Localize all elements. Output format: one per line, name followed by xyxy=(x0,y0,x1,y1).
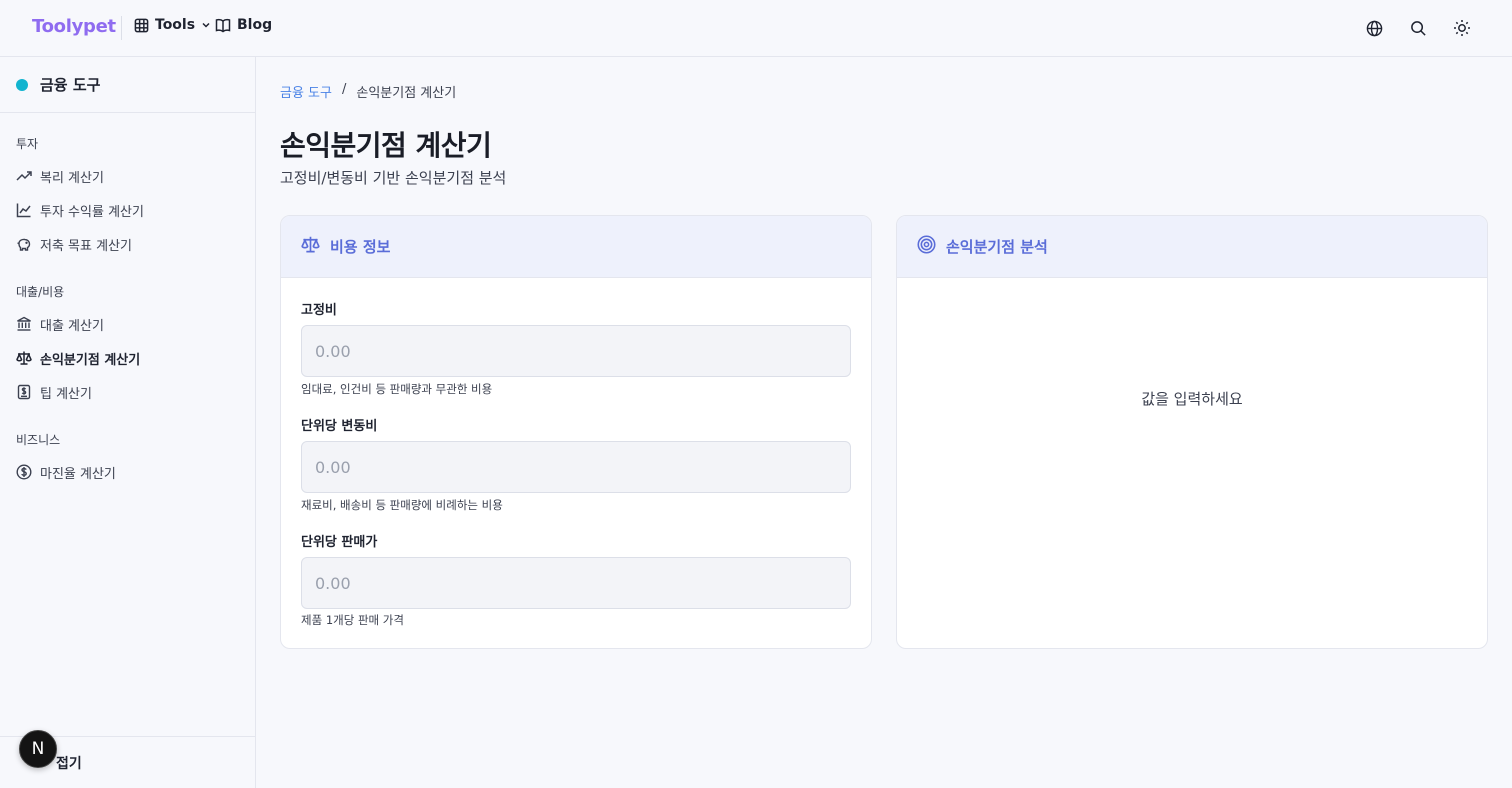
sidebar-item-investment-return[interactable]: 투자 수익률 계산기 xyxy=(16,200,144,220)
card-title: 손익분기점 분석 xyxy=(946,238,1048,256)
card-header: 손익분기점 분석 xyxy=(897,216,1487,278)
cost-info-card: 비용 정보 고정비 임대료, 인건비 등 판매량과 무관한 비용 단위당 변동비… xyxy=(280,215,872,649)
sun-icon[interactable] xyxy=(1452,18,1472,38)
variable-cost-label: 단위당 변동비 xyxy=(301,419,378,434)
unit-price-help: 제품 1개당 판매 가격 xyxy=(301,613,404,627)
sidebar-item-label: 복리 계산기 xyxy=(40,170,104,186)
breadcrumb-separator: / xyxy=(341,82,347,97)
line-chart-icon xyxy=(16,202,32,218)
nav-tools-menu[interactable]: Tools xyxy=(134,17,211,33)
breadcrumb-current: 손익분기점 계산기 xyxy=(356,86,457,101)
sidebar-group-investment: 투자 xyxy=(16,137,39,151)
top-bar: Toolypet Tools Blog xyxy=(0,0,1512,57)
scale-icon xyxy=(16,350,32,366)
variable-cost-help: 재료비, 배송비 등 판매량에 비례하는 비용 xyxy=(301,498,503,512)
scale-icon xyxy=(301,235,320,258)
nav-blog-link[interactable]: Blog xyxy=(215,17,272,33)
page-title: 손익분기점 계산기 xyxy=(280,129,492,162)
sidebar-item-tip[interactable]: 팁 계산기 xyxy=(16,382,92,402)
chevron-down-icon xyxy=(201,20,211,30)
nav-blog-label: Blog xyxy=(237,17,273,33)
sidebar-title: 금융 도구 xyxy=(40,76,101,94)
sidebar-group-business: 비즈니스 xyxy=(16,433,61,447)
break-even-analysis-card: 손익분기점 분석 값을 입력하세요 xyxy=(896,215,1488,649)
sidebar-item-label: 마진율 계산기 xyxy=(40,466,116,482)
sidebar-item-label: 팁 계산기 xyxy=(40,386,92,402)
bank-icon xyxy=(16,316,32,332)
sidebar-item-label: 손익분기점 계산기 xyxy=(40,352,141,368)
sidebar-item-break-even[interactable]: 손익분기점 계산기 xyxy=(16,348,140,368)
sidebar-group-loans: 대출/비용 xyxy=(16,285,65,299)
collapse-sidebar-button[interactable]: 접기 xyxy=(56,753,82,773)
fixed-cost-input[interactable] xyxy=(301,325,851,377)
book-icon xyxy=(215,18,231,33)
sidebar: 금융 도구 투자 복리 계산기 투자 수익률 계산기 저축 목표 계산기 대출/… xyxy=(0,57,256,788)
fixed-cost-label: 고정비 xyxy=(301,303,337,318)
trending-up-icon xyxy=(16,168,32,184)
variable-cost-input[interactable] xyxy=(301,441,851,493)
sidebar-item-label: 저축 목표 계산기 xyxy=(40,238,132,254)
unit-price-label: 단위당 판매가 xyxy=(301,535,378,550)
divider xyxy=(121,16,122,40)
sidebar-item-savings-goal[interactable]: 저축 목표 계산기 xyxy=(16,234,132,254)
nav-tools-label: Tools xyxy=(155,17,196,33)
dev-tools-badge[interactable]: N xyxy=(19,730,57,768)
empty-state-message: 값을 입력하세요 xyxy=(1141,390,1243,408)
logo[interactable]: Toolypet xyxy=(32,16,116,37)
breadcrumb: 금융 도구 / 손익분기점 계산기 xyxy=(280,82,456,101)
category-dot xyxy=(16,78,28,91)
grid-icon xyxy=(134,18,149,33)
card-title: 비용 정보 xyxy=(330,238,391,256)
globe-icon[interactable] xyxy=(1364,18,1384,38)
sidebar-item-label: 대출 계산기 xyxy=(40,318,104,334)
breadcrumb-parent-link[interactable]: 금융 도구 xyxy=(280,82,332,101)
card-header: 비용 정보 xyxy=(281,216,871,278)
unit-price-input[interactable] xyxy=(301,557,851,609)
target-icon xyxy=(917,235,936,258)
sidebar-item-margin[interactable]: 마진율 계산기 xyxy=(16,462,116,482)
dollar-circle-icon xyxy=(16,464,32,480)
sidebar-item-compound-interest[interactable]: 복리 계산기 xyxy=(16,166,104,186)
search-icon[interactable] xyxy=(1408,18,1428,38)
fixed-cost-help: 임대료, 인건비 등 판매량과 무관한 비용 xyxy=(301,382,493,396)
sidebar-item-label: 투자 수익률 계산기 xyxy=(40,204,144,220)
sidebar-header: 금융 도구 xyxy=(0,57,255,113)
piggy-bank-icon xyxy=(16,236,32,252)
page-subtitle: 고정비/변동비 기반 손익분기점 분석 xyxy=(280,169,507,187)
sidebar-item-loan[interactable]: 대출 계산기 xyxy=(16,314,104,334)
receipt-icon xyxy=(16,384,32,400)
